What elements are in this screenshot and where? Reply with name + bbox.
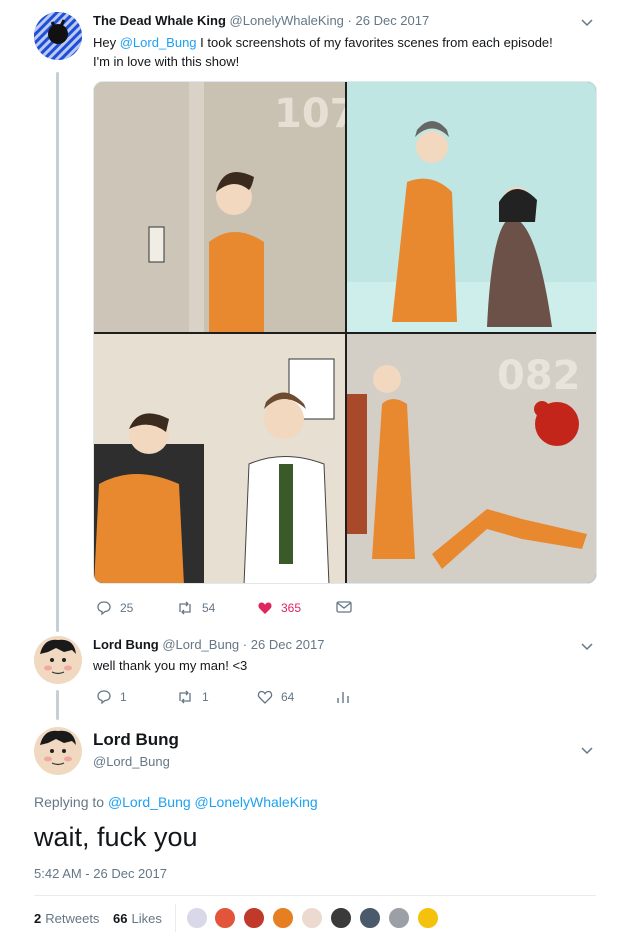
- mention-link[interactable]: @Lord_Bung: [120, 35, 197, 50]
- user-handle[interactable]: @Lord_Bung: [162, 637, 239, 652]
- retweets-count: 2: [34, 911, 42, 926]
- tweet-timestamp[interactable]: 5:42 AM - 26 Dec 2017: [34, 866, 167, 881]
- heart-icon: [258, 602, 272, 614]
- reply-icon: [97, 601, 111, 616]
- liker-avatar[interactable]: [417, 907, 439, 929]
- text-line-2: I'm in love with this show!: [93, 54, 240, 69]
- retweet-icon: [179, 601, 191, 615]
- reply-count: 25: [120, 601, 134, 615]
- display-name[interactable]: Lord Bung: [93, 730, 179, 750]
- avatar[interactable]: [34, 727, 82, 775]
- display-name[interactable]: Lord Bung: [93, 637, 159, 652]
- chevron-down-icon[interactable]: [579, 638, 595, 654]
- tweet-header: Lord Bung @Lord_Bung · 26 Dec 2017: [93, 637, 324, 652]
- direct-message-button[interactable]: [336, 600, 360, 614]
- reply-count: 1: [120, 690, 127, 704]
- reply-button[interactable]: 25: [96, 600, 133, 616]
- tweet-text: well thank you my man! <3: [93, 658, 248, 673]
- media-panel-1[interactable]: 107: [94, 82, 345, 332]
- replying-prefix: Replying to: [34, 794, 105, 810]
- thread-connector-line: [56, 690, 59, 720]
- like-button[interactable]: 64: [257, 689, 294, 705]
- likes-count: 66: [113, 911, 128, 926]
- media-grid[interactable]: 107: [93, 81, 597, 584]
- media-panel-2[interactable]: [347, 82, 596, 332]
- liker-avatar[interactable]: [243, 907, 265, 929]
- analytics-button[interactable]: [336, 689, 358, 705]
- avatar[interactable]: [34, 12, 82, 60]
- liker-avatar[interactable]: [272, 907, 294, 929]
- like-count: 64: [281, 690, 295, 704]
- retweets-stat[interactable]: 2 Retweets: [34, 911, 99, 926]
- liker-avatar[interactable]: [388, 907, 410, 929]
- thread-connector-line: [56, 72, 59, 632]
- separator-dot: ·: [242, 637, 248, 652]
- media-panel-3[interactable]: [94, 334, 345, 583]
- liker-avatar[interactable]: [186, 907, 208, 929]
- like-count: 365: [281, 601, 302, 615]
- replying-mention-link[interactable]: @LonelyWhaleKing: [195, 794, 318, 810]
- avatar[interactable]: [34, 636, 82, 684]
- panel-number-text: 107: [274, 91, 345, 137]
- text-prefix: Hey: [93, 35, 120, 50]
- envelope-icon: [336, 601, 352, 613]
- retweet-count: 54: [202, 601, 216, 615]
- user-handle[interactable]: @LonelyWhaleKing: [230, 13, 344, 28]
- liker-avatar[interactable]: [214, 907, 236, 929]
- liker-avatar[interactable]: [359, 907, 381, 929]
- vertical-divider: [175, 904, 176, 932]
- like-button[interactable]: 365: [257, 600, 301, 616]
- liker-avatar[interactable]: [330, 907, 352, 929]
- user-handle[interactable]: @Lord_Bung: [93, 754, 170, 769]
- tweet-text: Hey @Lord_Bung I took screenshots of my …: [93, 33, 593, 71]
- chevron-down-icon[interactable]: [579, 14, 595, 30]
- retweet-count: 1: [202, 690, 209, 704]
- display-name[interactable]: The Dead Whale King: [93, 13, 226, 28]
- retweet-button[interactable]: 1: [176, 689, 209, 705]
- likes-label: Likes: [131, 911, 162, 926]
- retweets-label: Retweets: [45, 911, 100, 926]
- heart-icon: [257, 690, 273, 704]
- likes-stat[interactable]: 66 Likes: [113, 911, 162, 926]
- tweet-text: wait, fuck you: [34, 822, 198, 852]
- liker-avatar[interactable]: [301, 907, 323, 929]
- reply-icon: [97, 690, 111, 705]
- divider: [34, 895, 596, 896]
- retweet-button[interactable]: 54: [176, 600, 215, 616]
- panel-number-text: 082: [497, 353, 581, 399]
- chevron-down-icon[interactable]: [579, 742, 595, 758]
- replying-mention-link[interactable]: @Lord_Bung: [108, 794, 191, 810]
- separator-dot: ·: [347, 13, 352, 28]
- analytics-icon: [337, 692, 349, 703]
- tweet-header: The Dead Whale King @LonelyWhaleKing · 2…: [93, 13, 429, 28]
- retweet-icon: [179, 690, 191, 704]
- text-suffix: I took screenshots of my favorites scene…: [196, 35, 553, 50]
- tweet-date[interactable]: 26 Dec 2017: [251, 637, 325, 652]
- tweet-date[interactable]: 26 Dec 2017: [356, 13, 430, 28]
- reply-button[interactable]: 1: [96, 689, 127, 705]
- replying-to-line: Replying to @Lord_Bung @LonelyWhaleKing: [34, 794, 318, 810]
- media-panel-4[interactable]: 082: [347, 334, 596, 583]
